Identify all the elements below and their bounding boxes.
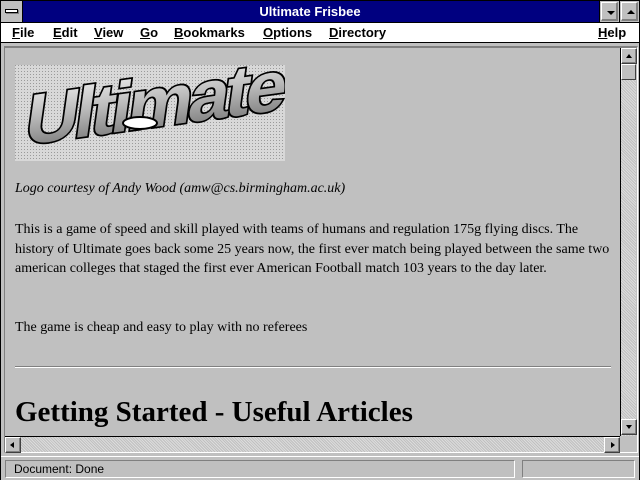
page-viewport[interactable]: Ultimate Logo courtesy of Andy Wood (amw…	[5, 48, 618, 436]
scroll-right-button[interactable]	[604, 437, 620, 453]
logo-caption: Logo courtesy of Andy Wood (amw@cs.birmi…	[15, 181, 346, 196]
menu-bookmarks[interactable]: Bookmarks	[174, 24, 245, 42]
status-text: Document: Done	[5, 460, 515, 478]
intro-paragraph: This is a game of speed and skill played…	[15, 222, 610, 276]
frisbee-icon	[122, 116, 158, 130]
scroll-right-icon	[611, 442, 615, 448]
maximize-icon	[627, 10, 635, 14]
scroll-left-icon	[10, 442, 14, 448]
scroll-left-button[interactable]	[5, 437, 21, 453]
status-bar: Document: Done	[1, 456, 639, 480]
ultimate-logo: Ultimate	[15, 65, 285, 161]
scrollbar-corner	[620, 436, 636, 452]
menu-edit[interactable]: Edit	[53, 24, 78, 42]
progress-indicator	[522, 460, 635, 478]
browser-window: Ultimate Frisbee File Edit View Go Bookm…	[0, 0, 640, 480]
vertical-scrollbar[interactable]	[620, 48, 637, 436]
menu-options[interactable]: Options	[263, 24, 312, 42]
minimize-icon	[607, 11, 615, 15]
system-menu-button[interactable]	[1, 1, 23, 22]
menu-bar: File Edit View Go Bookmarks Options Dire…	[1, 23, 639, 43]
section-heading: Getting Started - Useful Articles	[15, 396, 413, 428]
horizontal-scrollbar[interactable]	[5, 436, 620, 453]
menu-directory[interactable]: Directory	[329, 24, 386, 42]
scroll-down-icon	[626, 425, 632, 429]
scroll-down-button[interactable]	[621, 419, 637, 435]
menu-file[interactable]: File	[12, 24, 34, 42]
cost-paragraph: The game is cheap and easy to play with …	[15, 320, 308, 335]
window-title: Ultimate Frisbee	[259, 4, 361, 19]
menu-go[interactable]: Go	[140, 24, 158, 42]
title-bar[interactable]: Ultimate Frisbee	[1, 1, 639, 23]
system-menu-icon	[5, 9, 18, 13]
menu-view[interactable]: View	[94, 24, 123, 42]
vertical-scroll-thumb[interactable]	[621, 64, 636, 80]
horizontal-rule	[15, 366, 611, 368]
minimize-button[interactable]	[599, 1, 619, 22]
scroll-up-button[interactable]	[621, 48, 637, 64]
maximize-button[interactable]	[619, 1, 639, 22]
menu-help[interactable]: Help	[598, 24, 626, 42]
scroll-up-icon	[626, 54, 632, 58]
